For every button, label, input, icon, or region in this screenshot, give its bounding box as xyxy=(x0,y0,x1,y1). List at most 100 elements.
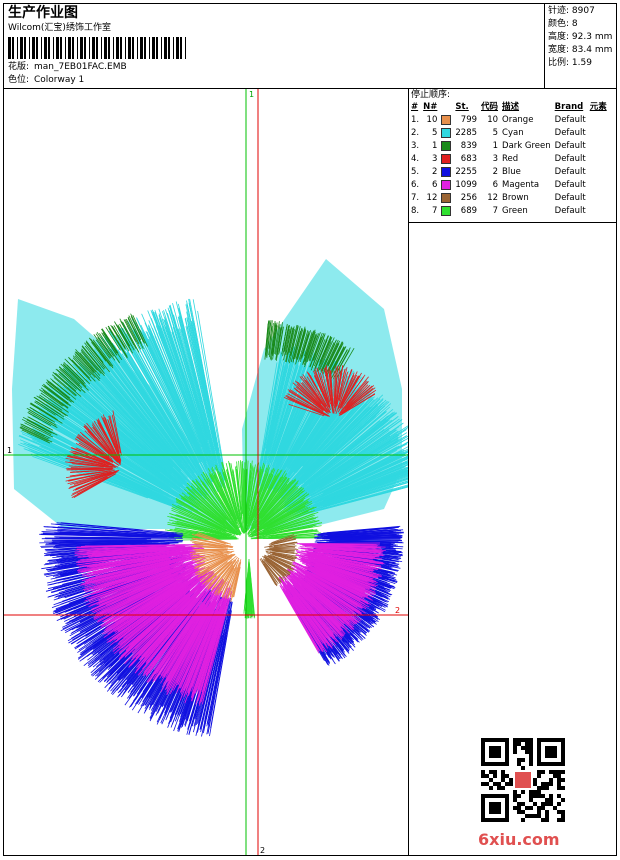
row-index: 3. xyxy=(411,141,420,151)
qr-code-icon xyxy=(481,738,565,822)
table-header-row: # N# St. 代码 描述 Brand 元素 xyxy=(409,101,609,114)
design-name: man_7EB01FAC.EMB xyxy=(34,62,127,72)
table-divider xyxy=(408,222,617,223)
row-code: 2 xyxy=(492,167,499,177)
col-code: 代码 xyxy=(481,102,499,112)
col-brand: Brand xyxy=(554,102,584,112)
row-index: 4. xyxy=(411,154,420,164)
watermark-logo: 6xiu.com xyxy=(478,830,560,849)
col-stitches: St. xyxy=(455,102,469,112)
row-swatch xyxy=(439,114,453,127)
axis-label-v-top: 1 xyxy=(249,90,254,99)
row-description: Cyan xyxy=(502,128,524,138)
row-index: 6. xyxy=(411,180,420,190)
row-element xyxy=(588,205,609,218)
embroidery-design: 1 2 1 2 xyxy=(4,89,408,855)
row-element xyxy=(588,166,609,179)
stat-height: 高度: 92.3 mm xyxy=(548,32,612,43)
color-sequence-table: # N# St. 代码 描述 Brand 元素 1. 10 799 10 Orange D… xyxy=(409,101,609,218)
stat-label: 比例: xyxy=(548,58,570,68)
row-needle: 5 xyxy=(431,128,438,138)
stat-label: 高度: xyxy=(548,32,570,42)
row-swatch xyxy=(439,153,453,166)
row-index: 2. xyxy=(411,128,420,138)
row-element xyxy=(588,179,609,192)
table-row: 4. 3 683 3 Red Default xyxy=(409,153,609,166)
stat-label: 针迹: xyxy=(548,6,570,16)
row-description: Red xyxy=(502,154,519,164)
stat-value: 8 xyxy=(571,19,578,29)
row-description: Brown xyxy=(502,193,529,203)
design-label: 花版: xyxy=(8,62,30,72)
stat-scale: 比例: 1.59 xyxy=(548,58,592,69)
axis-label-h-right: 2 xyxy=(395,606,400,615)
color-swatch xyxy=(441,140,452,151)
color-swatch xyxy=(441,166,452,177)
row-index: 1. xyxy=(411,115,420,125)
row-brand: Default xyxy=(554,180,586,190)
row-needle: 12 xyxy=(426,193,438,203)
table-row: 2. 5 2285 5 Cyan Default xyxy=(409,127,609,140)
row-description: Orange xyxy=(502,115,534,125)
row-brand: Default xyxy=(554,115,586,125)
color-swatch xyxy=(441,205,452,216)
row-element xyxy=(588,114,609,127)
col-description: 描述 xyxy=(502,102,520,112)
table-row: 1. 10 799 10 Orange Default xyxy=(409,114,609,127)
row-stitches: 799 xyxy=(460,115,478,125)
page-title: 生产作业图 xyxy=(8,5,78,21)
row-swatch xyxy=(439,179,453,192)
row-code: 7 xyxy=(492,206,499,216)
row-description: Green xyxy=(502,206,528,216)
color-swatch xyxy=(441,114,452,125)
row-index: 5. xyxy=(411,167,420,177)
row-code: 3 xyxy=(492,154,499,164)
row-brand: Default xyxy=(554,167,586,177)
colorway-label: 色位: xyxy=(8,75,30,85)
row-swatch xyxy=(439,127,453,140)
row-brand: Default xyxy=(554,141,586,151)
col-index: # xyxy=(411,102,419,112)
stat-value: 83.4 mm xyxy=(571,45,613,55)
row-swatch xyxy=(439,205,453,218)
table-row: 7. 12 256 12 Brown Default xyxy=(409,192,609,205)
table-row: 3. 1 839 1 Dark Green Default xyxy=(409,140,609,153)
row-description: Blue xyxy=(502,167,521,177)
row-brand: Default xyxy=(554,206,586,216)
row-needle: 10 xyxy=(426,115,438,125)
table-row: 6. 6 1099 6 Magenta Default xyxy=(409,179,609,192)
row-code: 5 xyxy=(492,128,499,138)
row-index: 8. xyxy=(411,206,420,216)
stitch-layer xyxy=(12,259,408,737)
color-swatch xyxy=(441,127,452,138)
colorway-name: Colorway 1 xyxy=(34,75,85,85)
row-stitches: 683 xyxy=(460,154,478,164)
row-description: Dark Green xyxy=(502,141,551,151)
row-brand: Default xyxy=(554,154,586,164)
stat-stitches: 针迹: 8907 xyxy=(548,6,595,17)
row-code: 10 xyxy=(487,115,499,125)
company-name: Wilcom(汇宝)绣饰工作室 xyxy=(8,23,111,33)
row-description: Magenta xyxy=(502,180,540,190)
row-index: 7. xyxy=(411,193,420,203)
row-element xyxy=(588,127,609,140)
stat-label: 宽度: xyxy=(548,45,570,55)
row-swatch xyxy=(439,166,453,179)
stop-sequence-title: 停止顺序: xyxy=(411,90,451,100)
axis-label-h-left: 1 xyxy=(7,446,12,455)
color-swatch xyxy=(441,153,452,164)
row-stitches: 256 xyxy=(460,193,478,203)
row-stitches: 689 xyxy=(460,206,478,216)
row-needle: 2 xyxy=(431,167,438,177)
row-needle: 6 xyxy=(431,180,438,190)
row-brand: Default xyxy=(554,128,586,138)
row-element xyxy=(588,192,609,205)
stat-value: 8907 xyxy=(571,6,595,16)
stat-value: 92.3 mm xyxy=(571,32,613,42)
row-stitches: 839 xyxy=(460,141,478,151)
row-code: 1 xyxy=(492,141,499,151)
row-swatch xyxy=(439,140,453,153)
row-swatch xyxy=(439,192,453,205)
stat-colors: 颜色: 8 xyxy=(548,19,578,30)
table-row: 5. 2 2255 2 Blue Default xyxy=(409,166,609,179)
